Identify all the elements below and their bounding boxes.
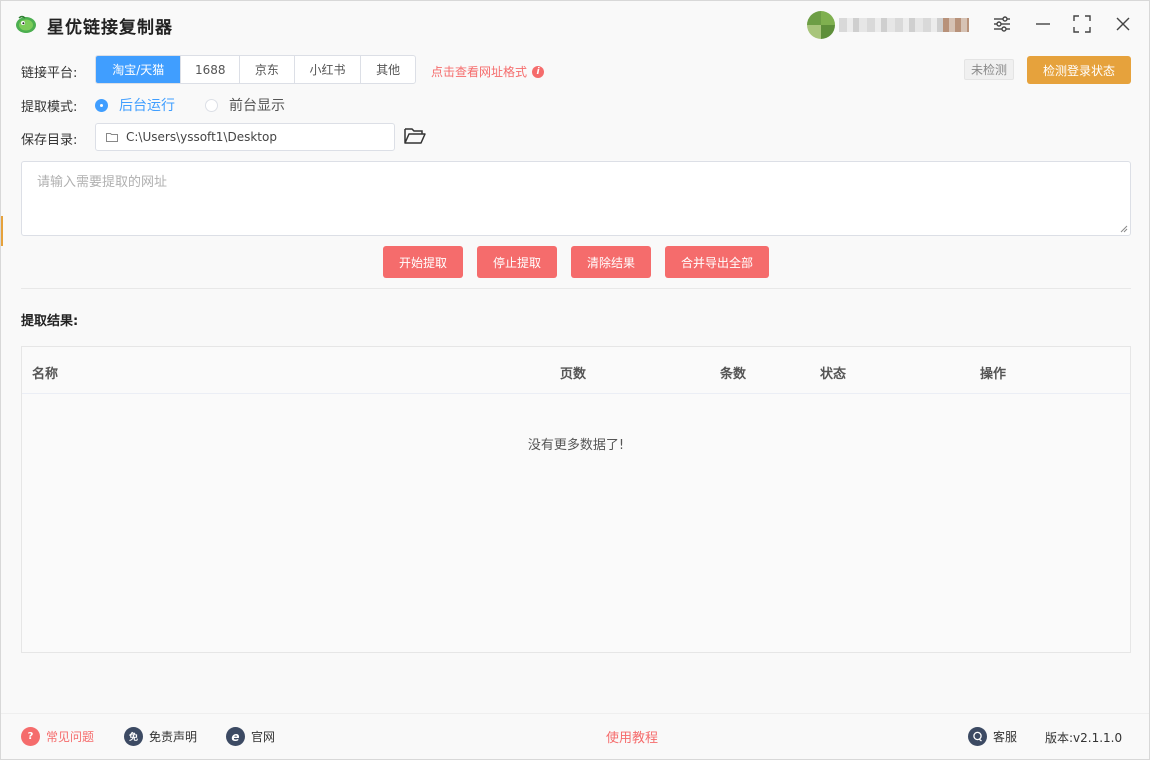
stop-extract-button[interactable]: 停止提取 bbox=[477, 246, 557, 278]
platform-option-jd[interactable]: 京东 bbox=[239, 56, 294, 83]
resize-grip-icon[interactable] bbox=[1120, 225, 1128, 233]
faq-link[interactable]: ? 常见问题 bbox=[21, 727, 94, 746]
radio-dot-icon bbox=[205, 98, 218, 112]
disclaimer-badge-icon: 免 bbox=[124, 727, 143, 746]
clear-results-button[interactable]: 清除结果 bbox=[571, 246, 651, 278]
column-name: 名称 bbox=[32, 367, 59, 382]
column-status: 状态 bbox=[820, 367, 847, 382]
minimize-icon[interactable] bbox=[1031, 12, 1055, 36]
column-pages: 页数 bbox=[560, 367, 587, 382]
platform-option-taobao[interactable]: 淘宝/天猫 bbox=[96, 56, 181, 83]
save-dir-value: C:\Users\yssoft1\Desktop bbox=[126, 130, 277, 144]
footer-divider bbox=[1, 713, 1149, 714]
window-edge-accent bbox=[1, 216, 3, 246]
mode-label: 提取模式: bbox=[21, 100, 78, 115]
folder-icon bbox=[106, 133, 118, 142]
platform-option-xiaohongshu[interactable]: 小红书 bbox=[293, 56, 361, 83]
save-dir-label: 保存目录: bbox=[21, 133, 78, 148]
platform-option-1688[interactable]: 1688 bbox=[180, 56, 239, 83]
export-all-button[interactable]: 合并导出全部 bbox=[665, 246, 769, 278]
avatar bbox=[807, 11, 835, 39]
disclaimer-label: 免责声明 bbox=[149, 730, 198, 744]
check-login-button[interactable]: 检测登录状态 bbox=[1027, 56, 1131, 84]
version-text: 版本:v2.1.1.0 bbox=[1045, 731, 1123, 745]
website-label: 官网 bbox=[251, 730, 276, 744]
mode-radio-foreground[interactable]: 前台显示 bbox=[205, 95, 285, 115]
user-name-blurred bbox=[839, 18, 969, 32]
info-icon: i bbox=[532, 65, 545, 78]
title-bar: 星优链接复制器 bbox=[1, 1, 1149, 47]
app-title: 星优链接复制器 bbox=[47, 18, 173, 38]
mode-option-label: 前台显示 bbox=[229, 98, 285, 114]
support-label: 客服 bbox=[993, 730, 1018, 744]
disclaimer-link[interactable]: 免 免责声明 bbox=[124, 727, 197, 746]
results-title: 提取结果: bbox=[21, 314, 79, 329]
results-table: 名称 页数 条数 状态 操作 没有更多数据了! bbox=[21, 346, 1131, 653]
save-dir-input[interactable]: C:\Users\yssoft1\Desktop bbox=[95, 123, 395, 151]
login-status-badge: 未检测 bbox=[964, 59, 1015, 80]
user-account[interactable] bbox=[807, 11, 972, 39]
divider bbox=[21, 288, 1131, 289]
platform-selector: 淘宝/天猫 1688 京东 小红书 其他 bbox=[95, 55, 416, 84]
column-actions: 操作 bbox=[980, 367, 1007, 382]
maximize-icon[interactable] bbox=[1070, 12, 1094, 36]
empty-state-text: 没有更多数据了! bbox=[527, 438, 625, 453]
settings-sliders-icon[interactable] bbox=[990, 12, 1014, 36]
support-link[interactable]: 客服 bbox=[968, 727, 1017, 746]
open-folder-icon[interactable] bbox=[404, 127, 426, 145]
column-count: 条数 bbox=[720, 367, 747, 382]
url-format-link[interactable]: 点击查看网址格式 i bbox=[431, 63, 545, 80]
app-window: 星优链接复制器 链接平台: 淘宝/天猫 1688 京东 小红书 其他 点击查看网… bbox=[0, 0, 1150, 760]
start-extract-button[interactable]: 开始提取 bbox=[383, 246, 463, 278]
platform-label: 链接平台: bbox=[21, 66, 78, 81]
browser-e-icon: e bbox=[226, 727, 245, 746]
mode-option-label: 后台运行 bbox=[119, 98, 175, 114]
url-input[interactable] bbox=[21, 161, 1131, 236]
tutorial-link[interactable]: 使用教程 bbox=[606, 727, 658, 746]
app-logo-icon bbox=[16, 15, 36, 33]
question-icon: ? bbox=[21, 727, 40, 746]
faq-label: 常见问题 bbox=[46, 730, 95, 744]
table-header: 名称 页数 条数 状态 操作 bbox=[22, 347, 1130, 394]
platform-option-other[interactable]: 其他 bbox=[360, 56, 415, 83]
radio-dot-icon bbox=[95, 98, 108, 112]
chat-bubble-icon bbox=[968, 727, 987, 746]
mode-radio-background[interactable]: 后台运行 bbox=[95, 95, 175, 115]
close-icon[interactable] bbox=[1111, 12, 1135, 36]
url-format-link-text: 点击查看网址格式 bbox=[431, 65, 528, 79]
website-link[interactable]: e 官网 bbox=[226, 727, 275, 746]
